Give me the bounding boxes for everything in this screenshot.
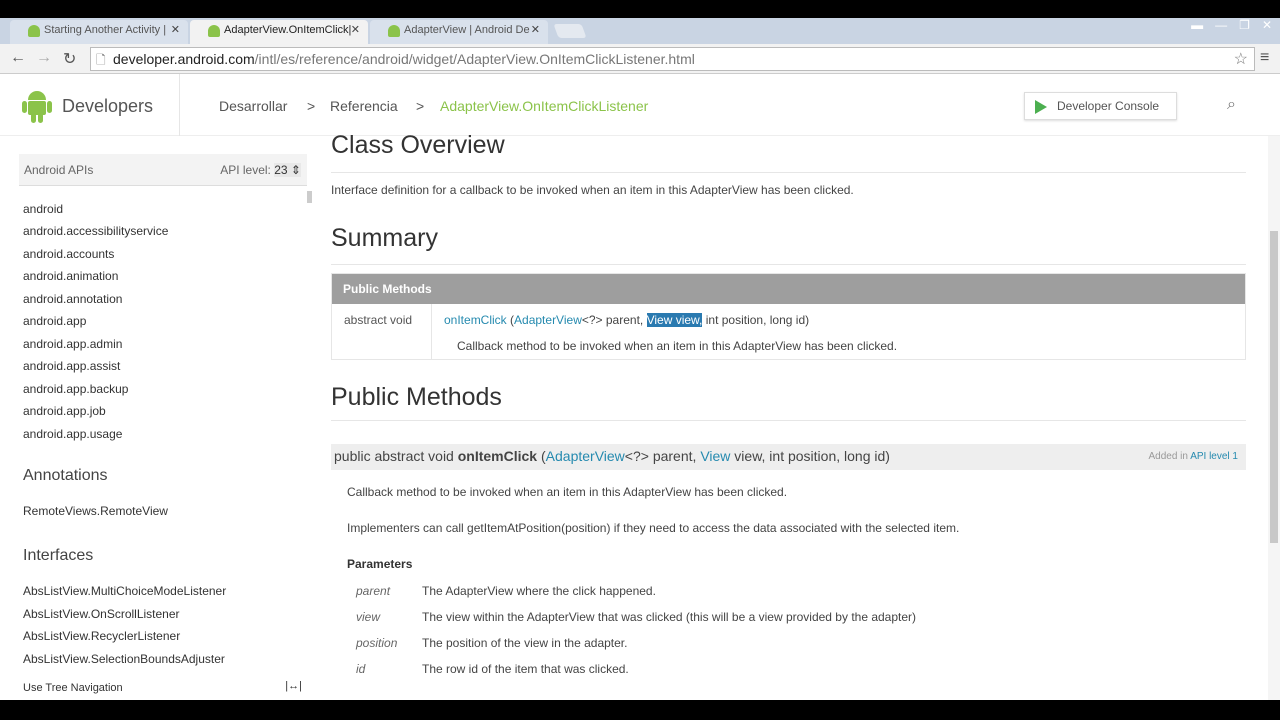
class-overview-heading: Class Overview bbox=[331, 131, 505, 159]
api-level-link[interactable]: API level 1 bbox=[1190, 451, 1238, 462]
package-link[interactable]: android.app.usage bbox=[23, 427, 122, 441]
annotation-link[interactable]: RemoteViews.RemoteView bbox=[23, 504, 168, 518]
scrollbar-thumb[interactable] bbox=[1270, 231, 1278, 543]
new-tab-button[interactable] bbox=[553, 24, 587, 38]
expand-icon[interactable]: |↔| bbox=[285, 680, 302, 692]
annotations-heading: Annotations bbox=[23, 467, 108, 484]
breadcrumb-current[interactable]: AdapterView.OnItemClickListener bbox=[440, 98, 648, 114]
sidebar-scrollbar[interactable] bbox=[307, 191, 312, 203]
summary-heading: Summary bbox=[331, 224, 438, 252]
bookmark-star-icon[interactable]: ☆ bbox=[1234, 49, 1248, 69]
search-icon[interactable]: ⌕ bbox=[1227, 96, 1236, 114]
reload-icon[interactable]: ↻ bbox=[63, 49, 76, 69]
close-tab-icon[interactable]: ✕ bbox=[351, 23, 360, 36]
method-detail-header: public abstract void onItemClick (Adapte… bbox=[331, 444, 1246, 470]
adapterview-link[interactable]: AdapterView bbox=[546, 448, 625, 464]
interface-link[interactable]: AbsListView.OnScrollListener bbox=[23, 607, 180, 621]
brand-name[interactable]: Developers bbox=[62, 96, 153, 117]
android-logo-icon[interactable] bbox=[22, 88, 52, 124]
address-bar[interactable]: 🗋 developer.android.com/intl/es/reference… bbox=[90, 47, 1255, 71]
interfaces-heading: Interfaces bbox=[23, 547, 94, 564]
package-link[interactable]: android.app.assist bbox=[23, 359, 120, 373]
package-link[interactable]: android.app.backup bbox=[23, 382, 128, 396]
view-link[interactable]: View bbox=[700, 448, 730, 464]
public-methods-table: Public Methods abstract void onItemClick… bbox=[331, 273, 1246, 360]
android-favicon-icon bbox=[28, 25, 40, 37]
interface-link[interactable]: AbsListView.MultiChoiceModeListener bbox=[23, 584, 226, 598]
api-level-select[interactable]: API level: 23 ⇕ bbox=[220, 163, 301, 177]
interface-link[interactable]: AbsListView.RecyclerListener bbox=[23, 629, 180, 643]
breadcrumb-referencia[interactable]: Referencia bbox=[330, 98, 398, 114]
site-header: Developers Desarrollar > Referencia > Ad… bbox=[0, 74, 1280, 136]
method-signature: onItemClick (AdapterView<?> parent, View… bbox=[444, 313, 810, 327]
maximize-icon[interactable]: ❐ bbox=[1239, 18, 1250, 32]
tab-adapterview[interactable]: AdapterView | Android De ✕ bbox=[370, 20, 548, 44]
package-link[interactable]: android.app.job bbox=[23, 404, 106, 418]
page-icon: 🗋 bbox=[96, 53, 106, 67]
package-link[interactable]: android.accounts bbox=[23, 247, 114, 261]
developer-console-button[interactable]: Developer Console bbox=[1024, 92, 1177, 120]
package-link[interactable]: android.app.admin bbox=[23, 337, 122, 351]
package-link[interactable]: android bbox=[23, 202, 63, 216]
adapterview-link[interactable]: AdapterView bbox=[514, 313, 582, 327]
back-icon[interactable]: ← bbox=[10, 49, 26, 67]
selected-text: View view, bbox=[646, 313, 703, 327]
tab-starting-another-activity[interactable]: Starting Another Activity | ✕ bbox=[10, 20, 188, 44]
public-methods-heading: Public Methods bbox=[331, 383, 502, 411]
api-header: Android APIs API level: 23 ⇕ bbox=[19, 154, 307, 186]
package-link[interactable]: android.annotation bbox=[23, 292, 122, 306]
close-tab-icon[interactable]: ✕ bbox=[171, 23, 180, 36]
onitemclick-link[interactable]: onItemClick bbox=[444, 313, 507, 327]
interface-link[interactable]: AbsListView.SelectionBoundsAdjuster bbox=[23, 652, 225, 666]
browser-tab-bar: Starting Another Activity | ✕ AdapterView… bbox=[0, 0, 1280, 44]
overview-text: Interface definition for a callback to b… bbox=[331, 183, 854, 197]
menu-icon[interactable]: ≡ bbox=[1260, 49, 1269, 67]
breadcrumb-desarrollar[interactable]: Desarrollar bbox=[219, 98, 287, 114]
close-window-icon[interactable]: ✕ bbox=[1262, 18, 1272, 32]
android-favicon-icon bbox=[388, 25, 400, 37]
package-link[interactable]: android.accessibilityservice bbox=[23, 224, 168, 238]
tree-navigation-toggle[interactable]: Use Tree Navigation |↔| bbox=[0, 676, 318, 700]
page-scrollbar[interactable] bbox=[1268, 136, 1280, 700]
tab-onitemclick[interactable]: AdapterView.OnItemClick| ✕ bbox=[190, 20, 368, 44]
sidebar: Android APIs API level: 23 ⇕ android andr… bbox=[0, 136, 318, 700]
play-store-icon bbox=[1035, 100, 1047, 114]
minimize-icon[interactable]: — bbox=[1215, 18, 1227, 32]
user-icon[interactable]: ▬ bbox=[1191, 18, 1203, 32]
package-link[interactable]: android.app bbox=[23, 314, 86, 328]
close-tab-icon[interactable]: ✕ bbox=[531, 23, 540, 36]
package-link[interactable]: android.animation bbox=[23, 269, 118, 283]
browser-toolbar: ← → ↻ 🗋 developer.android.com/intl/es/ref… bbox=[0, 44, 1280, 74]
android-favicon-icon bbox=[208, 25, 220, 37]
parameters-heading: Parameters bbox=[347, 557, 413, 571]
forward-icon[interactable]: → bbox=[36, 49, 52, 67]
